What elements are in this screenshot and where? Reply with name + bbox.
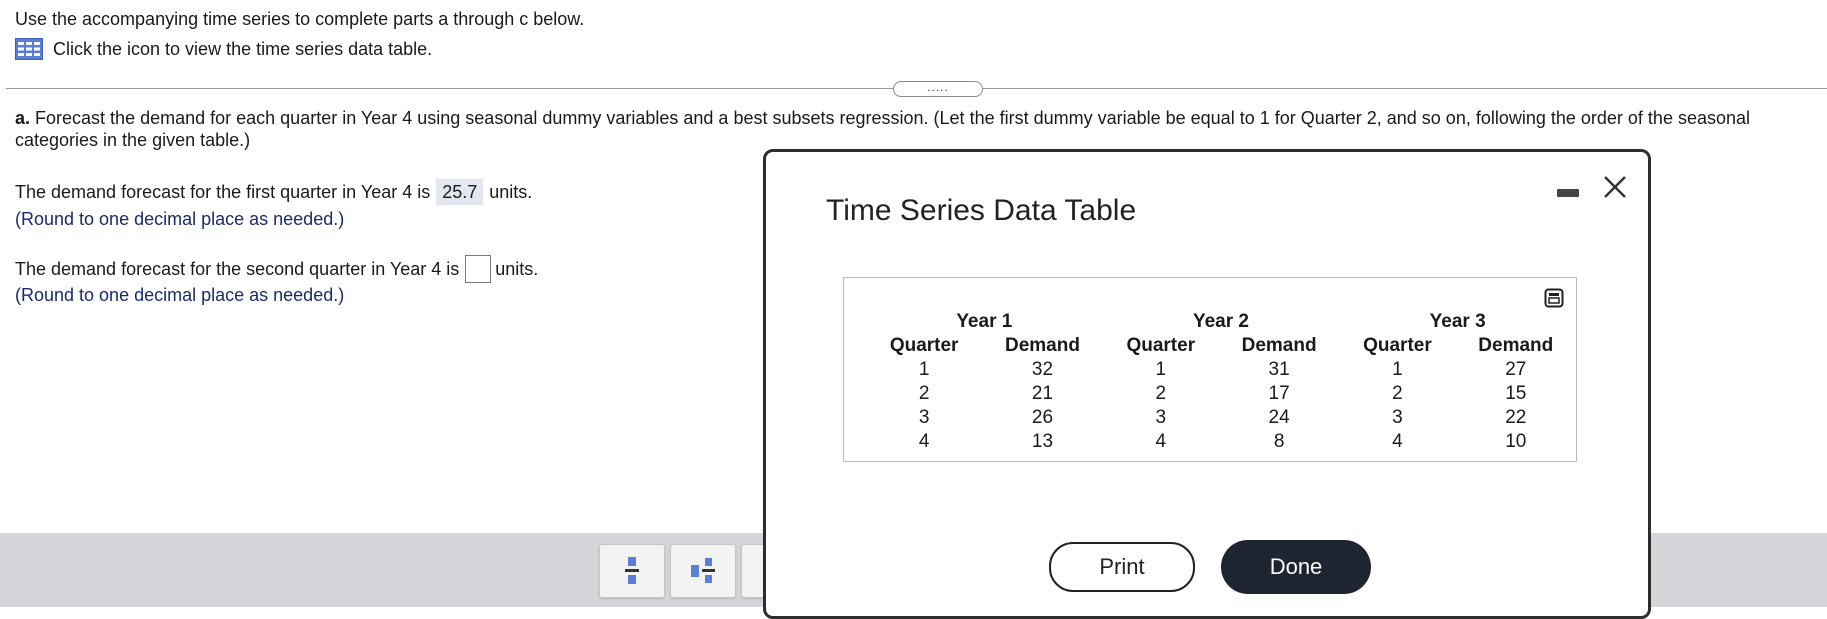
expand-handle[interactable]: .....	[893, 81, 983, 97]
table-row: 1 32 1 31 1 27	[866, 358, 1576, 382]
table-cell: 1	[1392, 359, 1403, 380]
table-cell: 21	[1031, 383, 1054, 404]
q2-answer-field[interactable]	[465, 255, 492, 283]
close-icon[interactable]	[1600, 172, 1630, 202]
time-series-table: Year 1 Year 2 Year 3 Quarter Demand Quar…	[866, 310, 1576, 454]
table-cell: 32	[1031, 359, 1054, 380]
table-cell: 4	[918, 431, 930, 452]
table-cell: 2	[1392, 383, 1403, 404]
q1-prefix: The demand forecast for the first quarte…	[15, 182, 431, 202]
year-1-header: Year 1	[956, 311, 1013, 332]
table-cell: 26	[1031, 407, 1054, 428]
demand-header: Demand	[1241, 335, 1317, 356]
demand-header: Demand	[1478, 335, 1554, 356]
quarter-header: Quarter	[889, 335, 959, 356]
table-cell: 2	[1155, 383, 1167, 404]
table-cell: 24	[1268, 407, 1290, 428]
table-cell: 10	[1505, 431, 1527, 452]
table-cell: 22	[1505, 407, 1527, 428]
demand-header: Demand	[1004, 335, 1080, 356]
view-data-link[interactable]: Click the icon to view the time series d…	[15, 38, 432, 60]
q1-suffix: units.	[489, 182, 533, 202]
instructions-text: Use the accompanying time series to comp…	[15, 9, 585, 29]
part-a-question: a. Forecast the demand for each quarter …	[15, 107, 1815, 151]
q2-prefix: The demand forecast for the second quart…	[15, 259, 460, 279]
part-a-text: Forecast the demand for each quarter in …	[15, 108, 1751, 150]
view-data-label[interactable]: Click the icon to view the time series d…	[53, 38, 432, 60]
dialog-title: Time Series Data Table	[826, 194, 1137, 227]
table-cell: 2	[918, 383, 930, 404]
table-cell: 4	[1155, 431, 1167, 452]
q2-rounding-hint: (Round to one decimal place as needed.)	[15, 285, 345, 305]
print-button[interactable]: Print	[1049, 542, 1195, 592]
table-cell: 1	[918, 359, 930, 380]
table-year-row: Year 1 Year 2 Year 3	[866, 310, 1576, 334]
table-cell: 4	[1392, 431, 1403, 452]
table-cell: 15	[1505, 383, 1527, 404]
done-button[interactable]: Done	[1221, 540, 1371, 594]
q1-answer-field[interactable]: 25.7	[436, 179, 484, 205]
time-series-dialog: Time Series Data Table Year 1 Year 2 Yea…	[763, 149, 1651, 619]
table-cell: 27	[1505, 359, 1527, 380]
table-cell: 1	[1155, 359, 1167, 380]
mixed-number-button[interactable]	[670, 544, 736, 598]
quarter-header: Quarter	[1126, 335, 1196, 356]
quarter-header: Quarter	[1363, 335, 1432, 356]
table-cell: 8	[1273, 431, 1285, 452]
table-row: 4 13 4 8 4 10	[866, 430, 1576, 454]
mixed-number-icon	[691, 558, 715, 583]
table-row: 2 21 2 17 2 15	[866, 382, 1576, 406]
data-table-frame: Year 1 Year 2 Year 3 Quarter Demand Quar…	[843, 277, 1577, 462]
part-a-label: a.	[15, 108, 31, 128]
table-cell: 3	[918, 407, 930, 428]
year-2-header: Year 2	[1192, 311, 1249, 332]
table-cell: 17	[1268, 383, 1290, 404]
table-icon[interactable]	[15, 38, 43, 60]
minimize-icon[interactable]	[1557, 189, 1579, 197]
popout-icon[interactable]	[1544, 288, 1564, 308]
table-cell: 31	[1268, 359, 1290, 380]
table-cell: 13	[1031, 431, 1054, 452]
fraction-button[interactable]	[599, 544, 665, 598]
table-header-row: Quarter Demand Quarter Demand Quarter De…	[866, 334, 1576, 358]
q1-rounding-hint: (Round to one decimal place as needed.)	[15, 209, 345, 229]
year-3-header: Year 3	[1429, 311, 1486, 332]
q1-row: The demand forecast for the first quarte…	[15, 179, 532, 205]
q2-suffix: units.	[495, 259, 539, 279]
q2-row: The demand forecast for the second quart…	[15, 255, 538, 283]
table-cell: 3	[1155, 407, 1167, 428]
table-cell: 3	[1392, 407, 1403, 428]
fraction-icon	[625, 557, 639, 584]
table-row: 3 26 3 24 3 22	[866, 406, 1576, 430]
